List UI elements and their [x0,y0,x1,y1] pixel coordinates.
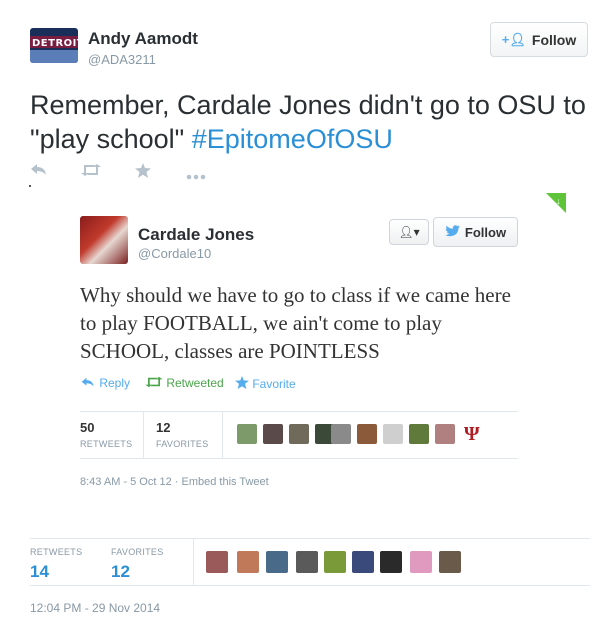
embedded-user-avatar[interactable] [331,424,351,444]
embedded-reply-button[interactable]: Reply [80,376,130,390]
author-name[interactable]: Andy Aamodt [88,29,198,49]
embedded-author-avatar[interactable] [80,216,128,264]
embedded-user-avatar[interactable] [409,424,429,444]
user-avatar[interactable] [324,551,346,573]
embedded-retweeted-label: Retweeted [166,376,224,390]
embedded-favorites-count[interactable]: 12 [156,420,170,435]
embedded-author-name[interactable]: Cardale Jones [138,225,254,245]
tweet-text: Remember, Cardale Jones didn't go to OSU… [30,88,590,156]
retweets-label: RETWEETS [30,547,83,557]
embedded-user-avatar[interactable] [237,424,257,444]
embedded-retweeted-button[interactable]: Retweeted [145,376,224,390]
embedded-user-avatar[interactable] [435,424,455,444]
user-icon: 👤︎▾ [398,225,420,239]
retweets-count[interactable]: 14 [30,562,49,582]
follow-button[interactable]: +👤︎ Follow [490,22,588,57]
embedded-stats-vdivider-1 [143,411,144,458]
add-user-icon: +👤︎ [501,31,526,47]
embedded-favorites-label: FAVORITES [156,439,209,449]
user-avatar[interactable] [352,551,374,573]
tweet-timestamp[interactable]: 12:04 PM - 29 Nov 2014 [30,601,160,615]
author-avatar[interactable]: DETROIT [30,28,78,63]
embedded-favorite-label: Favorite [252,377,296,391]
user-actions-button[interactable]: 👤︎▾ [389,219,429,245]
embedded-reply-label: Reply [99,376,131,390]
star-icon[interactable] [135,163,151,182]
author-handle[interactable]: @ADA3211 [88,52,156,67]
retweet-icon[interactable] [81,163,101,181]
stats-top-divider [30,538,590,539]
user-avatar[interactable] [410,551,432,573]
favorites-count[interactable]: 12 [111,562,130,582]
stats-vdivider [193,538,194,585]
embedded-author-handle[interactable]: @Cordale10 [138,246,211,261]
embedded-user-avatar[interactable]: Ψ [464,424,484,444]
user-avatar[interactable] [296,551,318,573]
user-avatar[interactable] [206,551,228,573]
favorites-label: FAVORITES [111,547,164,557]
embedded-stats-bottom-divider [80,458,518,459]
embedded-user-avatar[interactable] [263,424,283,444]
twitter-bird-icon [444,224,460,240]
user-avatar[interactable] [439,551,461,573]
follow-button-label: Follow [531,31,577,48]
corner-badge-glyph: ↓ [556,196,561,206]
embedded-retweets-count[interactable]: 50 [80,420,94,435]
more-icon[interactable] [186,167,206,184]
user-avatar[interactable] [380,551,402,573]
hashtag-link[interactable]: #EpitomeOfOSU [192,124,393,154]
embedded-follow-button[interactable]: Follow [433,217,518,247]
embedded-user-avatar[interactable] [383,424,403,444]
embedded-tweet-text: Why should we have to go to class if we … [80,283,511,363]
embedded-user-avatar[interactable] [289,424,309,444]
embedded-retweets-label: RETWEETS [80,439,133,449]
avatar-logo-text: DETROIT [32,38,78,49]
embedded-user-avatar[interactable] [357,424,377,444]
embedded-follow-label: Follow [464,224,507,240]
stray-dot [29,185,31,187]
reply-icon[interactable] [30,163,48,181]
embedded-timestamp[interactable]: 8:43 AM - 5 Oct 12 · Embed this Tweet [80,476,269,488]
embedded-favorite-button[interactable]: Favorite [235,376,296,391]
user-avatar[interactable] [266,551,288,573]
stats-bottom-divider [30,585,590,586]
embedded-stats-top-divider [80,411,518,412]
embedded-stats-vdivider-2 [222,411,223,458]
user-avatar[interactable] [237,551,259,573]
avatar-sky [30,50,78,63]
